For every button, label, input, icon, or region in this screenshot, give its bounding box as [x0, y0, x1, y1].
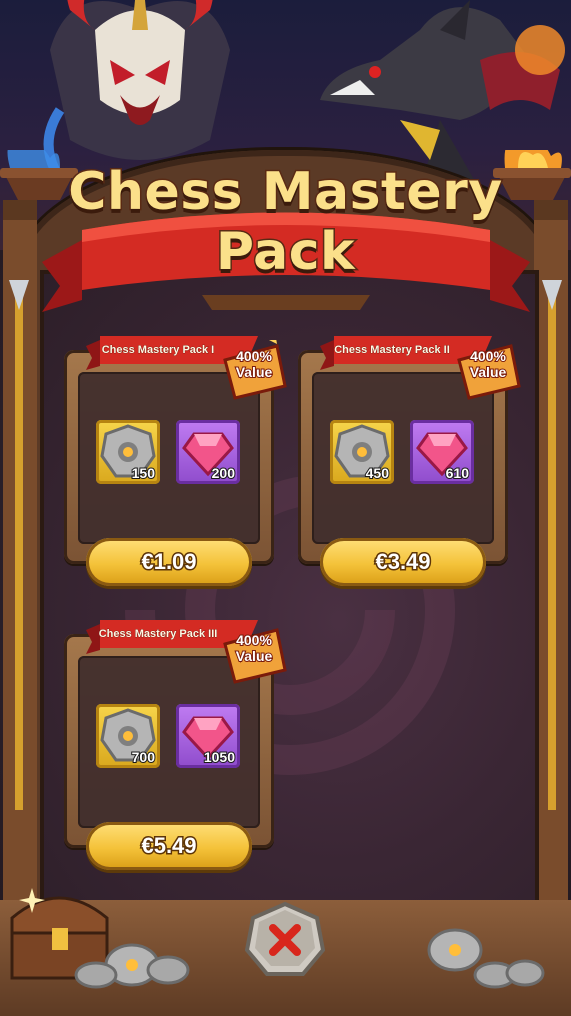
buy-button-pack-2[interactable]: €3.49	[320, 538, 486, 586]
value-badge-percent: 400%	[469, 347, 507, 365]
value-badge: 400% Value	[456, 347, 520, 381]
reward-item-chess-token[interactable]: 150	[96, 420, 160, 484]
page-title-line1: Chess Mastery	[67, 161, 504, 224]
item-count: 450	[365, 464, 390, 482]
reward-item-gem[interactable]: 200	[176, 420, 240, 484]
price-label: €1.09	[140, 548, 198, 576]
item-count: 610	[445, 464, 470, 482]
reward-item-chess-token[interactable]: 700	[96, 704, 160, 768]
price-label: €3.49	[374, 548, 432, 576]
value-badge-label: Value	[235, 647, 274, 665]
value-badge-percent: 400%	[235, 347, 273, 365]
value-badge: 400% Value	[222, 347, 286, 381]
value-badge: 400% Value	[222, 631, 286, 665]
item-count: 700	[131, 748, 156, 766]
close-button[interactable]	[245, 902, 325, 978]
coin-pile-left-icon	[74, 943, 190, 989]
price-label: €5.49	[140, 832, 198, 860]
pack-card-1: Chess Mastery Pack I 400% Value 150 200	[64, 336, 287, 564]
reward-item-gem[interactable]: 1050	[176, 704, 240, 768]
pillar-left-decoration	[3, 200, 37, 980]
value-badge-label: Value	[235, 363, 274, 381]
page-title-line2: Pack	[214, 221, 356, 284]
buy-button-pack-3[interactable]: €5.49	[86, 822, 252, 870]
reward-item-chess-token[interactable]: 450	[330, 420, 394, 484]
item-count: 150	[131, 464, 156, 482]
buy-button-pack-1[interactable]: €1.09	[86, 538, 252, 586]
reward-item-gem[interactable]: 610	[410, 420, 474, 484]
pack-name: Chess Mastery Pack III	[98, 628, 218, 641]
item-count: 200	[211, 464, 236, 482]
pack-card-2: Chess Mastery Pack II 400% Value 450 610	[298, 336, 521, 564]
item-count: 1050	[203, 748, 236, 766]
coin-pile-right-icon	[427, 928, 545, 989]
pack-name: Chess Mastery Pack I	[101, 344, 215, 357]
value-badge-label: Value	[469, 363, 508, 381]
value-badge-percent: 400%	[235, 631, 273, 649]
shop-scene: Chess Mastery Pack Chess Mastery Pack I …	[0, 0, 571, 1016]
pack-card-3: Chess Mastery Pack III 400% Value 700 10…	[64, 620, 287, 848]
pack-name: Chess Mastery Pack II	[334, 344, 450, 357]
